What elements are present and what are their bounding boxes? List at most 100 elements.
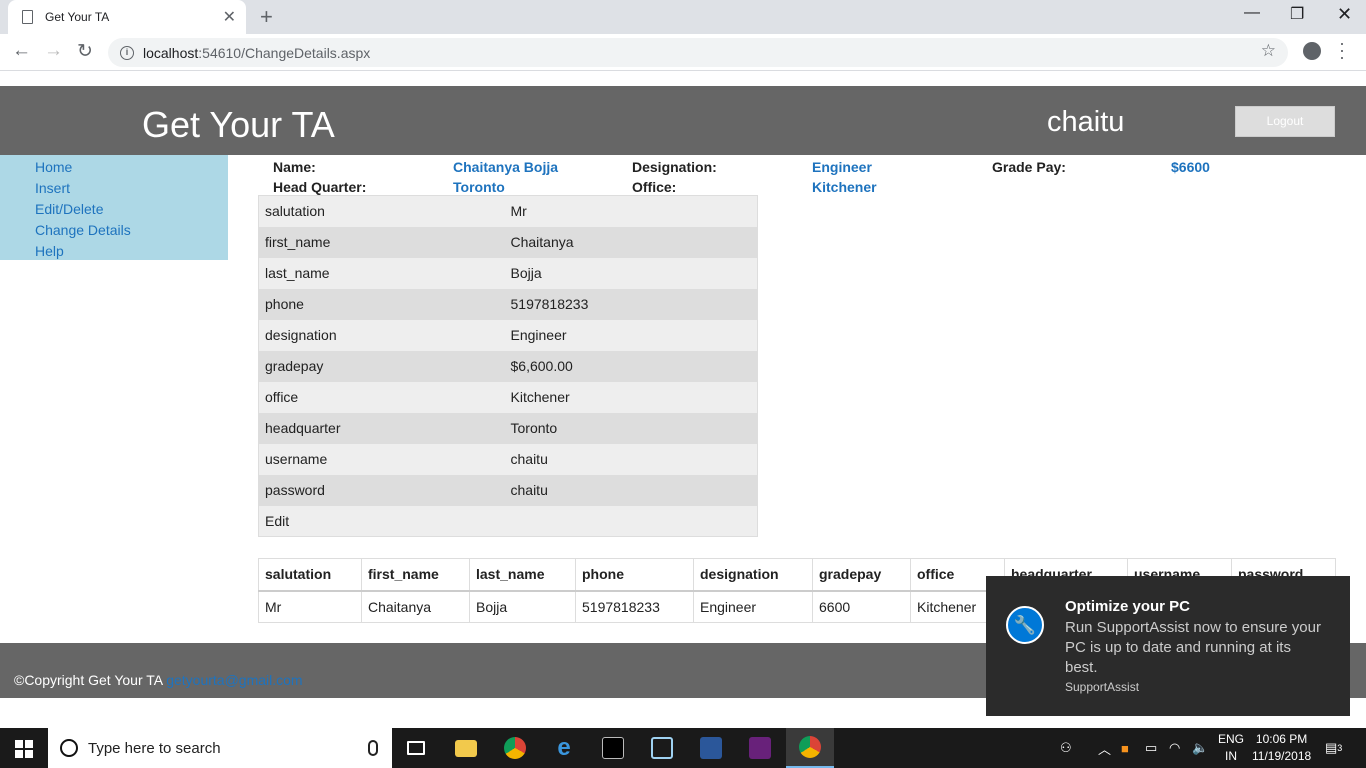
page-icon (22, 10, 33, 24)
field-key: first_name (258, 226, 505, 258)
close-tab-icon[interactable]: ✕ (223, 7, 236, 27)
field-value: $6,600.00 (504, 350, 758, 382)
table-row: first_name Chaitanya (258, 226, 758, 258)
office-label: Office: (632, 179, 677, 195)
gradepay-label: Grade Pay: (992, 159, 1066, 175)
office-value: Kitchener (812, 179, 877, 195)
summary-labels-col1: Name: Head Quarter: (273, 157, 366, 197)
column-header: last_name (469, 558, 576, 592)
visual-studio-icon[interactable] (736, 728, 784, 768)
field-key: headquarter (258, 412, 505, 444)
sidebar-item-insert[interactable]: Insert (35, 178, 228, 199)
volume-icon[interactable]: 🔈 (1192, 728, 1208, 768)
windows-taskbar: Type here to search e ⚇ ︿ ■ ▭ ◠ 🔈 ENG IN… (0, 728, 1366, 768)
chrome-active-icon[interactable] (786, 728, 834, 768)
table-row: gradepay $6,600.00 (258, 350, 758, 382)
grid-cell: Chaitanya (361, 590, 470, 623)
language-code: ENG (1218, 732, 1245, 746)
address-bar[interactable]: i localhost:54610/ChangeDetails.aspx ☆ (108, 38, 1288, 67)
summary-values-col1: Chaitanya Bojja Toronto (453, 157, 558, 197)
field-value: Chaitanya (504, 226, 758, 258)
notification-count: 3 (1337, 743, 1343, 753)
name-label: Name: (273, 159, 316, 175)
action-center-icon[interactable]: ▤ 3 (1325, 728, 1342, 768)
wifi-icon[interactable]: ◠ (1169, 728, 1180, 768)
battery-icon[interactable]: ▭ (1145, 728, 1157, 768)
reload-icon[interactable]: ↻ (77, 40, 93, 63)
info-icon[interactable]: i (120, 45, 134, 60)
people-icon[interactable]: ⚇ (1060, 728, 1072, 768)
forward-icon[interactable]: → (44, 40, 63, 62)
designation-label: Designation: (632, 159, 717, 175)
edge-icon[interactable]: e (540, 728, 588, 768)
wrench-icon: 🔧 (1006, 606, 1044, 644)
field-key: designation (258, 319, 505, 351)
show-hidden-icons-icon[interactable]: ︿ (1098, 728, 1111, 768)
file-explorer-icon[interactable] (442, 728, 490, 768)
column-header: first_name (361, 558, 470, 592)
hq-label: Head Quarter: (273, 179, 367, 195)
toast-body: Run SupportAssist now to ensure your PC … (1065, 619, 1321, 676)
microphone-icon[interactable] (368, 740, 378, 756)
table-row: password chaitu (258, 474, 758, 506)
cortana-icon (60, 739, 78, 757)
grid-cell: Engineer (693, 590, 813, 623)
menu-dots-icon[interactable]: · · · (1339, 34, 1345, 66)
field-value: Engineer (504, 319, 758, 351)
current-user: chaitu (1047, 106, 1125, 138)
chrome-icon[interactable] (491, 728, 539, 768)
edit-link[interactable]: Edit (258, 505, 758, 537)
column-header: gradepay (812, 558, 911, 592)
clock-time: 10:06 PM (1255, 732, 1308, 746)
back-icon[interactable]: ← (12, 40, 31, 62)
logout-button[interactable]: Logout (1235, 106, 1335, 137)
site-header: Get Your TA chaitu Logout (0, 86, 1366, 155)
toast-source: SupportAssist (1065, 680, 1140, 694)
sidebar-item-home[interactable]: Home (35, 157, 228, 178)
app-window-icon[interactable] (638, 728, 686, 768)
site-title: Get Your TA (142, 104, 335, 145)
email-link[interactable]: getyourta@gmail.com (166, 672, 302, 688)
clock-date: 11/19/2018 (1252, 749, 1312, 763)
summary-values-col2: Engineer Kitchener (812, 157, 877, 197)
tab-title: Get Your TA (45, 10, 110, 24)
sidebar-item-change-details[interactable]: Change Details (35, 220, 228, 241)
table-row: office Kitchener (258, 381, 758, 413)
taskbar-search-box[interactable]: Type here to search (48, 728, 392, 768)
sidebar-item-edit-delete[interactable]: Edit/Delete (35, 199, 228, 220)
browser-tab[interactable]: Get Your TA ✕ (8, 0, 246, 34)
close-window-icon[interactable]: ✕ (1337, 4, 1352, 25)
grid-cell: Mr (258, 590, 362, 623)
field-value: chaitu (504, 443, 758, 475)
table-row: headquarter Toronto (258, 412, 758, 444)
grid-cell: 5197818233 (575, 590, 694, 623)
name-value: Chaitanya Bojja (453, 159, 559, 175)
bookmark-star-icon[interactable]: ☆ (1261, 41, 1276, 61)
task-view-icon[interactable] (392, 728, 440, 768)
profile-icon[interactable] (1303, 42, 1321, 60)
windows-start-icon[interactable] (15, 740, 33, 758)
field-value: Toronto (504, 412, 758, 444)
language-indicator[interactable]: ENG IN (1218, 731, 1244, 765)
field-key: password (258, 474, 505, 506)
table-row: username chaitu (258, 443, 758, 475)
notification-toast[interactable]: 🔧 Optimize your PC Run SupportAssist now… (986, 576, 1350, 716)
search-placeholder: Type here to search (88, 739, 221, 757)
gradepay-value: $6600 (1171, 159, 1210, 175)
summary-labels-col3: Grade Pay: (992, 157, 1066, 177)
minimize-icon[interactable]: — (1244, 4, 1260, 22)
hq-value: Toronto (453, 179, 505, 195)
summary-values-col3: $6600 (1171, 157, 1210, 177)
system-clock[interactable]: 10:06 PM 11/19/2018 (1252, 731, 1311, 765)
word-icon[interactable] (687, 728, 735, 768)
grid-cell: Bojja (469, 590, 576, 623)
toast-title: Optimize your PC (1065, 598, 1191, 615)
command-prompt-icon[interactable] (589, 728, 637, 768)
java-update-icon[interactable]: ■ (1121, 728, 1129, 768)
table-row: Edit (258, 505, 758, 537)
url-path: :54610/ChangeDetails.aspx (198, 44, 371, 61)
grid-cell: 6600 (812, 590, 911, 623)
new-tab-icon[interactable]: + (260, 4, 273, 30)
restore-icon[interactable]: ❐ (1290, 4, 1304, 24)
sidebar-item-help[interactable]: Help (35, 241, 228, 262)
